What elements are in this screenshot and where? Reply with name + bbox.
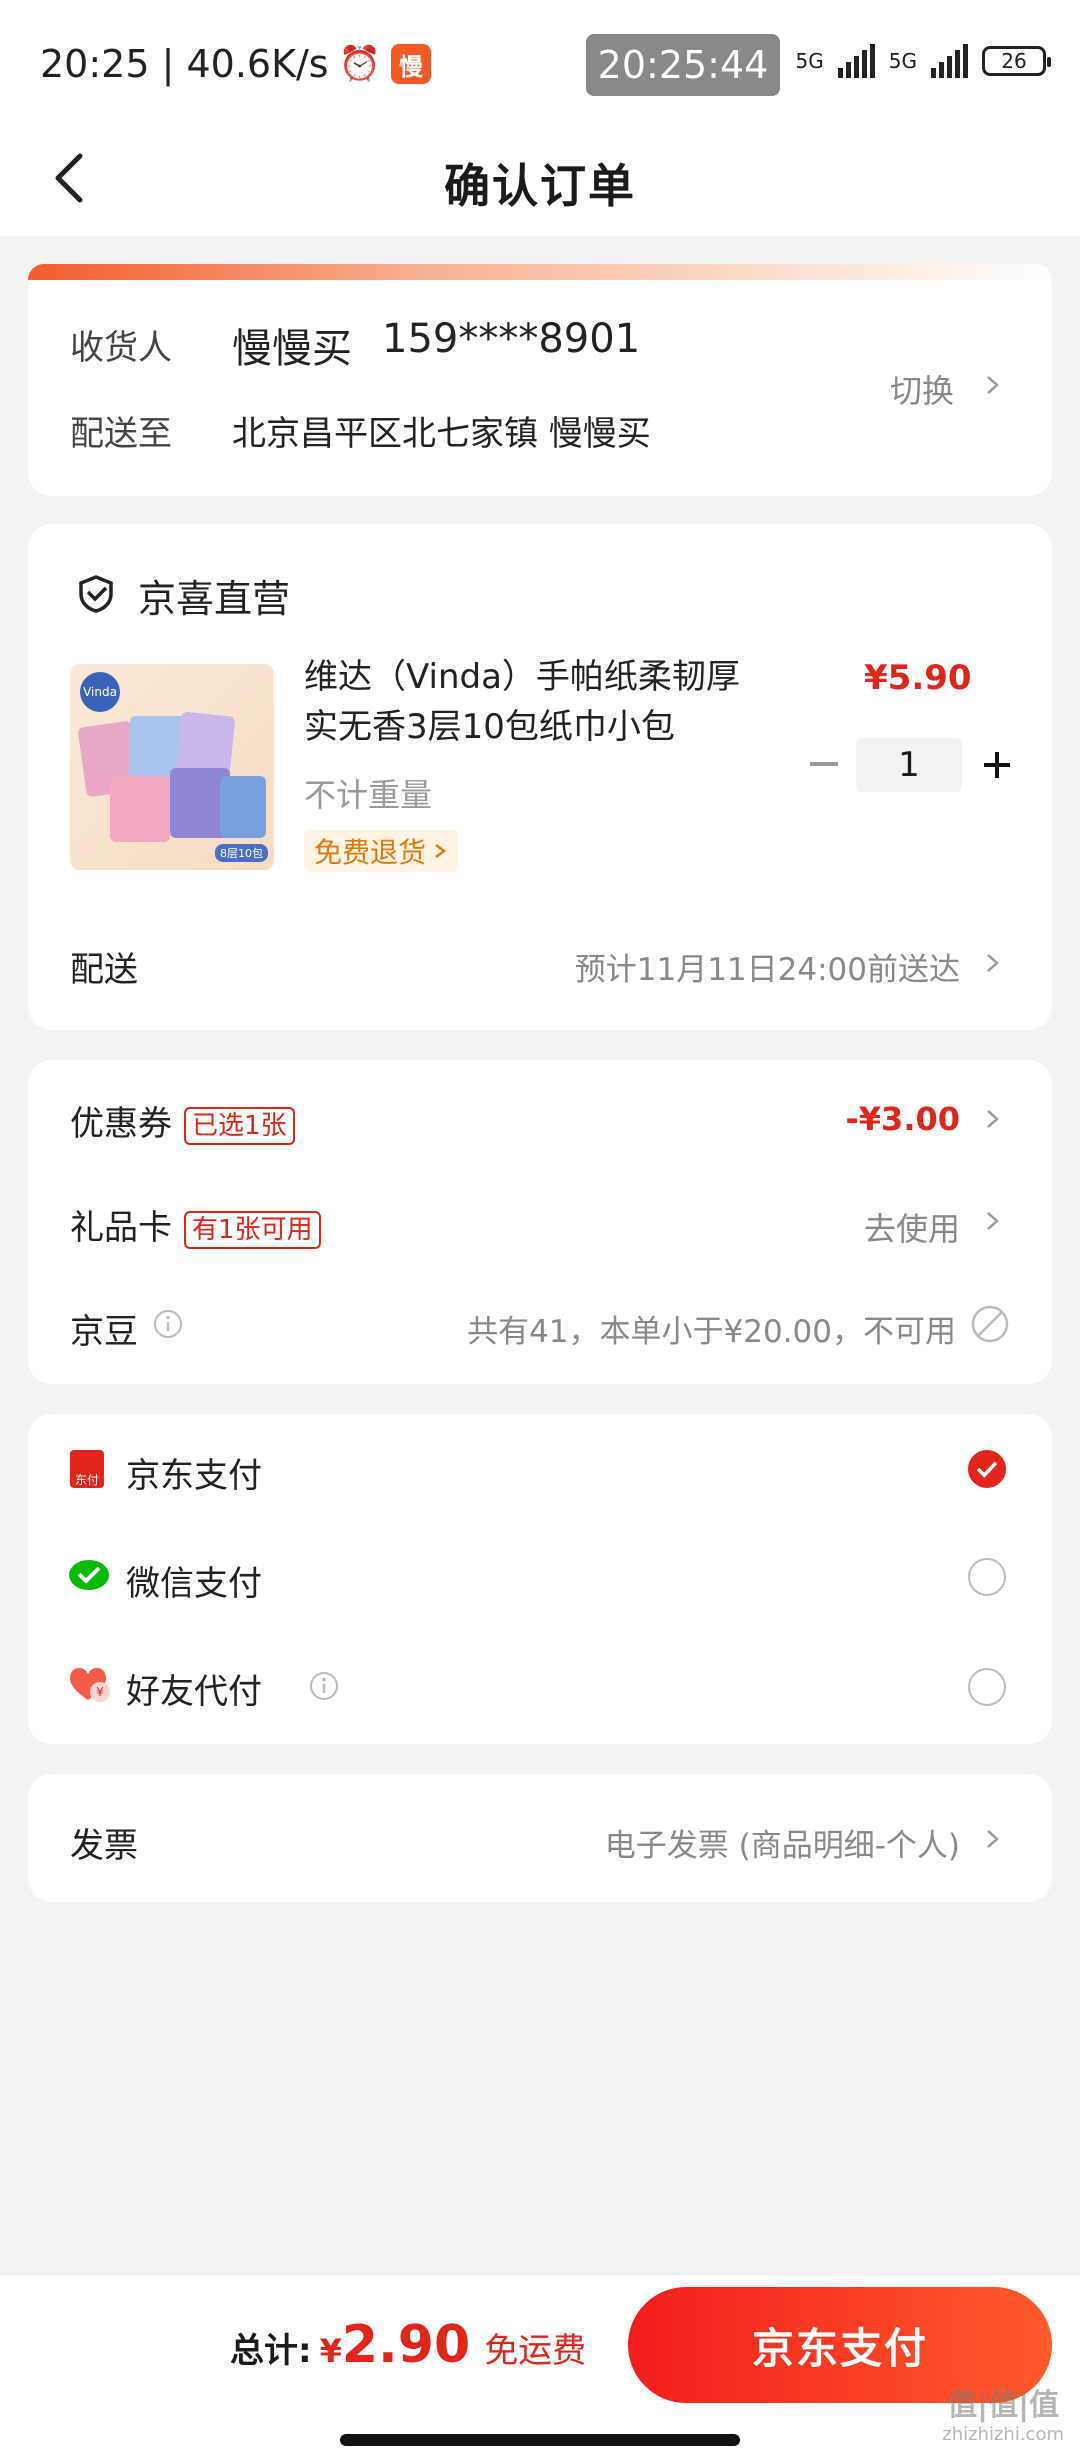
- product-title-line-2: 实无香3层10包纸巾小包: [304, 707, 675, 747]
- free-return-badge[interactable]: 免费退货: [304, 830, 459, 872]
- giftcard-available-badge: 有1张可用: [184, 1210, 321, 1249]
- switch-address-button[interactable]: 切换: [890, 366, 954, 412]
- ship-to-label: 配送至: [70, 414, 172, 454]
- delivery-label: 配送: [70, 950, 138, 990]
- order-total: 总计: ¥ 2.90 免运费: [230, 2315, 586, 2375]
- product-image[interactable]: Vinda 8层10包: [70, 664, 274, 870]
- watermark-sub: zhizhizhi.com: [942, 2424, 1064, 2445]
- nav-bar: 确认订单: [0, 130, 1080, 236]
- chevron-right-icon: [987, 1212, 999, 1230]
- giftcard-row[interactable]: 礼品卡 有1张可用: [70, 1200, 321, 1249]
- total-amount: 2.90: [341, 2315, 471, 2375]
- store-card: 京喜直营 Vinda 8层10包 维达（Vinda）手帕纸柔韧厚 实无香3层10…: [28, 524, 1052, 1030]
- tissue-pack-rose: [110, 776, 170, 842]
- coupon-row[interactable]: 优惠券 已选1张: [70, 1096, 295, 1145]
- wechat-pay-label[interactable]: 微信支付: [126, 1556, 262, 1605]
- network-label-1: 5G: [795, 49, 824, 73]
- coupon-label: 优惠券: [70, 1104, 172, 1144]
- discounts-card: 优惠券 已选1张 -¥3.00 礼品卡 有1张可用 去使用 京豆 共有41，本单小于…: [28, 1060, 1052, 1384]
- wechat-pay-radio[interactable]: [968, 1558, 1006, 1596]
- coupon-selected-badge: 已选1张: [184, 1106, 295, 1145]
- product-price: ¥5.90: [864, 658, 972, 698]
- product-title[interactable]: 维达（Vinda）手帕纸柔韧厚 实无香3层10包纸巾小包: [304, 652, 740, 752]
- status-right: 5G 5G 26: [795, 44, 1051, 78]
- quantity-value[interactable]: 1: [856, 738, 962, 792]
- battery-level: 26: [1001, 49, 1027, 73]
- product-weight: 不计重量: [304, 776, 433, 814]
- store-name: 京喜直营: [138, 577, 291, 621]
- store-shield-icon: [79, 575, 113, 613]
- payment-card: 东付 京东支付 微信支付 ¥ 好友代付: [28, 1414, 1052, 1744]
- info-icon[interactable]: [308, 1670, 340, 1702]
- svg-text:¥: ¥: [96, 1685, 104, 1699]
- invoice-value[interactable]: 电子发票 (商品明细-个人): [605, 1820, 960, 1865]
- chevron-right-icon: [987, 954, 999, 972]
- product-title-line-1: 维达（Vinda）手帕纸柔韧厚: [304, 657, 740, 697]
- network-label-2: 5G: [888, 49, 917, 73]
- address-top-gradient: [28, 264, 1052, 280]
- vinda-logo: Vinda: [80, 672, 120, 712]
- receiver-name: 慢慢买: [232, 326, 352, 372]
- quantity-plus-button[interactable]: [980, 748, 1014, 782]
- signal-icon-1: [837, 44, 875, 78]
- chevron-right-icon: [987, 376, 999, 394]
- overlay-clock: 20:25:44: [586, 34, 780, 96]
- receiver-label: 收货人: [70, 328, 172, 368]
- address-card[interactable]: 收货人 慢慢买 159****8901 配送至 北京昌平区北七家镇 慢慢买 切换: [28, 264, 1052, 496]
- watermark: 值|值|值 zhizhizhi.com: [942, 2380, 1064, 2445]
- chevron-right-icon: [987, 1110, 999, 1128]
- tissue-pack-sky: [220, 776, 266, 838]
- pack-tag: 8层10包: [215, 844, 268, 862]
- alarm-icon: ⏰: [338, 44, 381, 84]
- jd-pay-icon: 东付: [70, 1450, 104, 1488]
- coupon-value[interactable]: -¥3.00: [846, 1100, 961, 1138]
- receiver-phone: 159****8901: [382, 316, 641, 362]
- jd-pay-icon-text: 东付: [74, 1473, 99, 1487]
- jingdou-label: 京豆: [70, 1312, 138, 1352]
- quantity-minus-button[interactable]: [810, 762, 838, 766]
- bottom-bar: 总计: ¥ 2.90 免运费 京东支付: [0, 2274, 1080, 2461]
- total-label: 总计:: [230, 2331, 312, 2371]
- jd-pay-radio[interactable]: [968, 1450, 1006, 1488]
- status-time-speed: 20:25 | 40.6K/s: [40, 42, 329, 86]
- page-title: 确认订单: [444, 159, 636, 213]
- delivery-estimate[interactable]: 预计11月11日24:00前送达: [575, 944, 960, 989]
- wechat-pay-icon: [69, 1560, 109, 1590]
- total-currency: ¥: [319, 2332, 342, 2370]
- app-notification-icon: 慢: [390, 44, 431, 84]
- friend-pay-icon: ¥: [70, 1668, 110, 1702]
- info-icon[interactable]: [152, 1308, 184, 1340]
- ship-to-value: 北京昌平区北七家镇 慢慢买: [232, 414, 651, 454]
- invoice-label: 发票: [70, 1826, 138, 1866]
- disabled-icon: [971, 1305, 1009, 1343]
- friend-pay-label[interactable]: 好友代付: [126, 1664, 262, 1713]
- chevron-right-icon: [435, 844, 447, 858]
- giftcard-use-button[interactable]: 去使用: [864, 1204, 960, 1250]
- free-shipping-label: 免运费: [484, 2331, 587, 2371]
- status-left: 20:25 | 40.6K/s ⏰ 慢: [40, 42, 431, 86]
- giftcard-label: 礼品卡: [70, 1208, 172, 1248]
- invoice-card[interactable]: 发票 电子发票 (商品明细-个人): [28, 1774, 1052, 1902]
- friend-pay-radio[interactable]: [968, 1668, 1006, 1706]
- watermark-main: 值|值|值: [947, 2388, 1060, 2423]
- jd-pay-label[interactable]: 京东支付: [126, 1448, 262, 1497]
- chevron-right-icon: [987, 1830, 999, 1848]
- battery-icon: 26: [982, 46, 1051, 76]
- status-bar: 20:25 | 40.6K/s ⏰ 慢 20:25:44 5G 5G 26: [0, 0, 1080, 130]
- home-indicator[interactable]: [340, 2434, 740, 2446]
- jingdou-value: 共有41，本单小于¥20.00，不可用: [467, 1314, 956, 1350]
- free-return-label: 免费退货: [314, 836, 427, 869]
- signal-icon-2: [931, 44, 968, 78]
